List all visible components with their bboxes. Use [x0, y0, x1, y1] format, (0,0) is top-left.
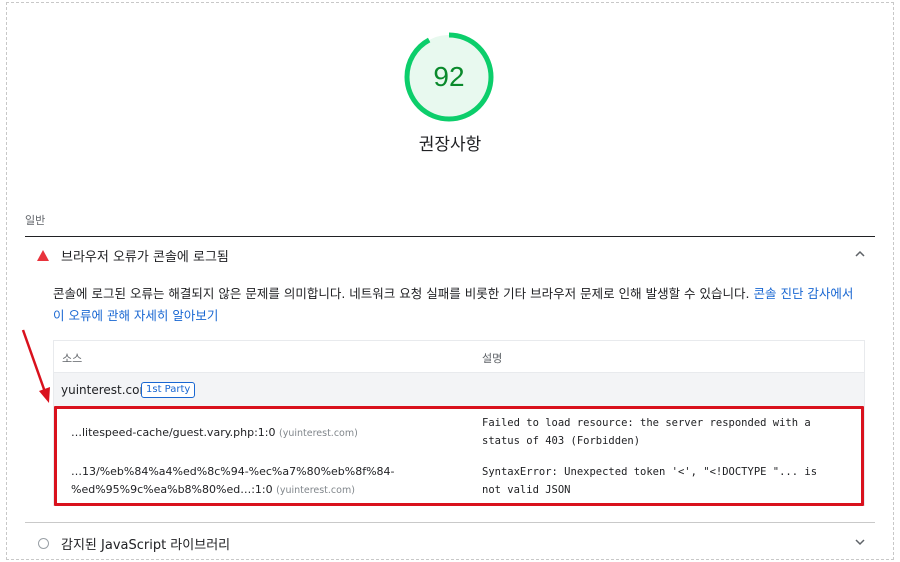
audit-divider	[25, 522, 875, 523]
grey-circle-icon	[37, 537, 49, 549]
audit-header-js-libraries[interactable]: 감지된 JavaScript 라이브러리	[25, 525, 875, 561]
audit-title: 감지된 JavaScript 라이브러리	[61, 537, 231, 553]
annotation-arrow-icon	[21, 329, 50, 403]
chevron-down-icon[interactable]	[853, 535, 867, 549]
